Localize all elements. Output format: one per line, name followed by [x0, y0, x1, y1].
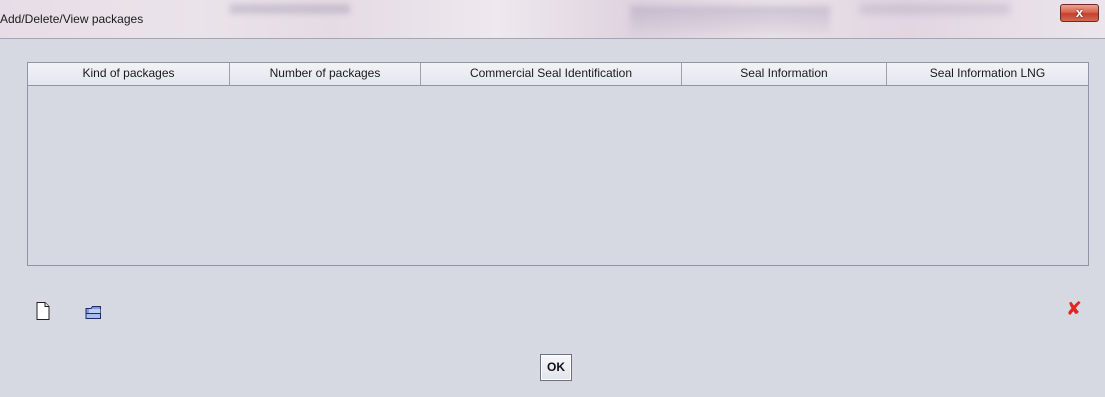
column-header-seal-information-lng[interactable]: Seal Information LNG — [887, 63, 1088, 85]
column-header-number-of-packages[interactable]: Number of packages — [230, 63, 421, 85]
dialog-window: Add/Delete/View packages x Kind of packa… — [0, 0, 1105, 397]
title-bar[interactable]: Add/Delete/View packages x — [0, 0, 1105, 39]
open-folder-icon[interactable] — [84, 302, 104, 322]
background-blur — [230, 4, 350, 14]
column-header-seal-information[interactable]: Seal Information — [682, 63, 887, 85]
table-body[interactable] — [28, 86, 1088, 265]
new-document-icon[interactable] — [33, 301, 53, 321]
delete-icon[interactable]: ✘ — [1064, 300, 1084, 320]
window-title: Add/Delete/View packages — [0, 12, 144, 26]
background-blur — [860, 4, 1010, 14]
column-header-commercial-seal-identification[interactable]: Commercial Seal Identification — [421, 63, 682, 85]
table-header: Kind of packages Number of packages Comm… — [28, 63, 1088, 86]
packages-table[interactable]: Kind of packages Number of packages Comm… — [27, 62, 1089, 266]
ok-button[interactable]: OK — [540, 354, 572, 381]
close-button[interactable]: x — [1060, 4, 1099, 22]
background-blur — [630, 6, 830, 34]
column-header-kind-of-packages[interactable]: Kind of packages — [28, 63, 230, 85]
